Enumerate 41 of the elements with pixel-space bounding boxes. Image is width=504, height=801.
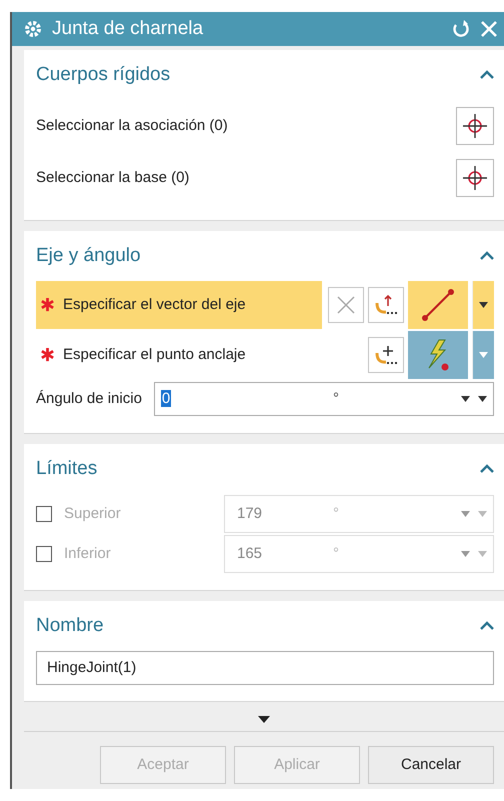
angle-value: 0 bbox=[160, 390, 172, 408]
select-object-button[interactable] bbox=[456, 158, 494, 197]
collapse-chevron-icon[interactable] bbox=[480, 70, 494, 80]
anchor-label: Especificar el punto anclaje bbox=[63, 346, 246, 364]
section-title: Nombre bbox=[36, 614, 104, 637]
selection-label: Seleccionar la base (0) bbox=[36, 169, 190, 186]
collapse-chevron-icon[interactable] bbox=[480, 621, 494, 630]
dialog-button[interactable]: Cancelar bbox=[368, 746, 494, 784]
angle-label: Ángulo de inicio bbox=[36, 390, 142, 408]
vector-dialog-button[interactable] bbox=[368, 286, 404, 323]
unit-label: ° bbox=[333, 545, 340, 562]
limit-label: Inferior bbox=[64, 545, 112, 562]
window-title: Junta de charnela bbox=[52, 18, 204, 40]
reset-icon[interactable] bbox=[452, 20, 470, 38]
crosshair-icon bbox=[463, 112, 487, 139]
checkbox[interactable] bbox=[36, 506, 52, 522]
unit-label: ° bbox=[333, 505, 340, 522]
crosshair-icon bbox=[463, 164, 487, 191]
vector-icon bbox=[420, 286, 456, 323]
point-dialog-button[interactable] bbox=[368, 336, 404, 373]
vector-label: Especificar el vector del eje bbox=[63, 296, 246, 314]
expand-caret-icon[interactable] bbox=[258, 716, 270, 723]
point-icon bbox=[374, 292, 398, 317]
unit-label: ° bbox=[333, 390, 340, 408]
name-input-field[interactable]: HingeJoint(1) bbox=[36, 650, 494, 685]
selection-label: Seleccionar la asociación (0) bbox=[36, 117, 228, 134]
collapse-chevron-icon[interactable] bbox=[480, 464, 494, 474]
settings-icon[interactable] bbox=[24, 20, 42, 38]
vector-dropdown[interactable] bbox=[472, 280, 494, 329]
close-icon[interactable] bbox=[480, 20, 498, 38]
section-title: Límites bbox=[36, 458, 98, 480]
angle-input-field[interactable]: 0 ° bbox=[154, 382, 494, 416]
limit-label: Superior bbox=[64, 505, 122, 522]
select-object-button[interactable] bbox=[456, 106, 494, 145]
section-title: Eje y ángulo bbox=[36, 244, 141, 267]
collapse-chevron-icon[interactable] bbox=[480, 251, 494, 260]
vector-type-button[interactable] bbox=[408, 280, 468, 329]
section-title: Cuerpos rígidos bbox=[36, 64, 170, 86]
crossed-arrows-icon bbox=[335, 294, 357, 316]
caret-icon[interactable] bbox=[479, 302, 488, 308]
checkbox[interactable] bbox=[36, 546, 52, 562]
